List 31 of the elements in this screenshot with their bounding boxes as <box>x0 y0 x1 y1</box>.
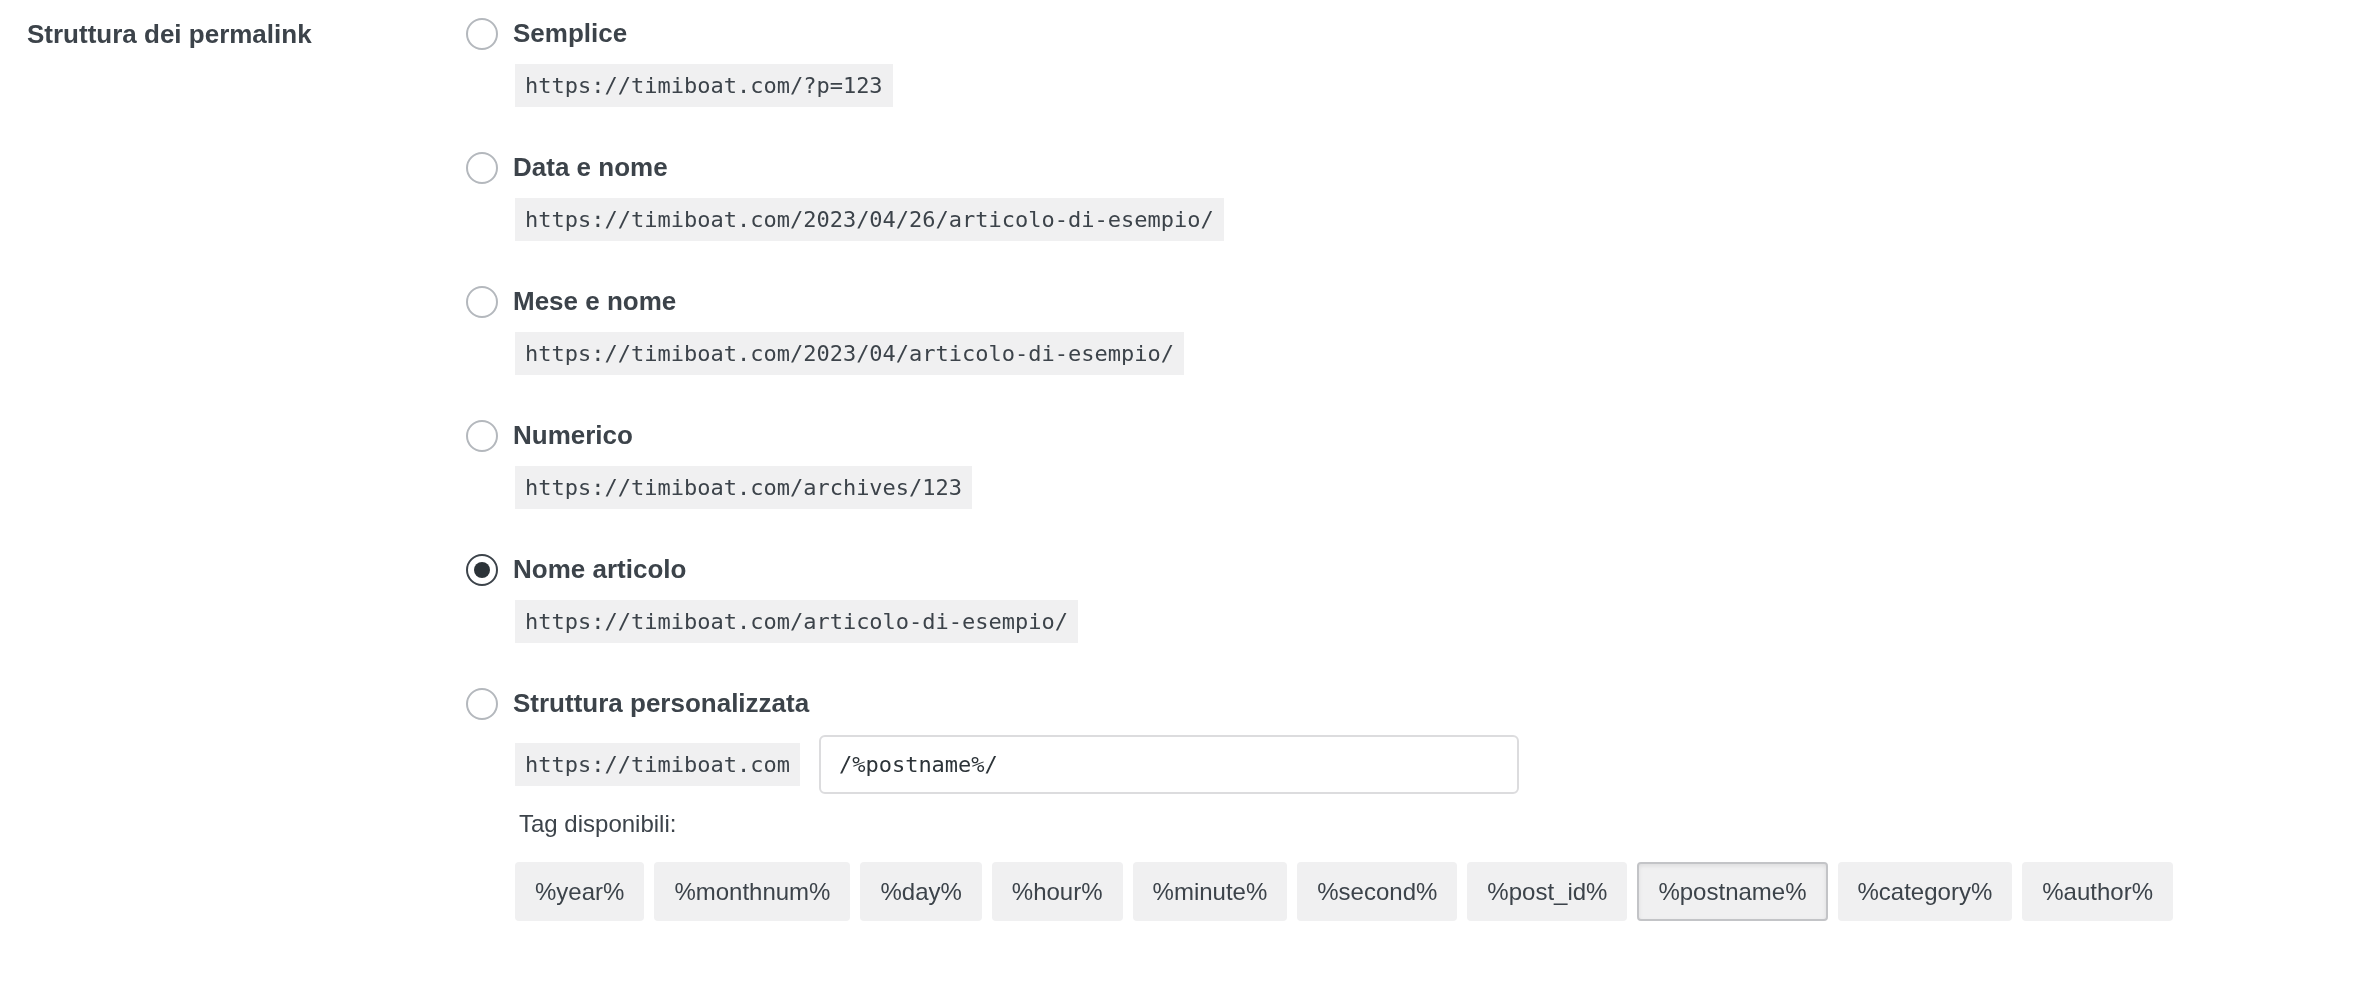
radio-button[interactable] <box>466 151 498 184</box>
tag-button[interactable]: %post_id% <box>1467 862 1628 921</box>
section-label: Struttura dei permalink <box>27 19 312 49</box>
option-label[interactable]: Struttura personalizzata <box>513 684 810 723</box>
url-example: https://timiboat.com/2023/04/articolo-di-esempio/ <box>515 332 1184 375</box>
tag-button[interactable]: %minute% <box>1132 862 1288 921</box>
option-label[interactable]: Data e nome <box>513 148 668 187</box>
tag-button[interactable]: %monthnum% <box>654 862 851 921</box>
option-label[interactable]: Semplice <box>513 14 628 53</box>
tag-button[interactable]: %year% <box>515 862 645 921</box>
url-example: https://timiboat.com/articolo-di-esempio/ <box>515 600 1079 643</box>
option-label[interactable]: Nome articolo <box>513 550 687 589</box>
tags-label: Tag disponibili: <box>519 810 677 837</box>
tag-button[interactable]: %day% <box>860 862 982 921</box>
option-label[interactable]: Mese e nome <box>513 282 677 321</box>
url-example: https://timiboat.com/2023/04/26/articolo-di-esempio/ <box>515 198 1224 241</box>
radio-button[interactable] <box>466 553 498 586</box>
url-example: https://timiboat.com/?p=123 <box>515 64 893 107</box>
tag-button[interactable]: %hour% <box>991 862 1123 921</box>
tag-button[interactable]: %postname% <box>1637 862 1828 921</box>
tag-button[interactable]: %second% <box>1297 862 1458 921</box>
tag-button[interactable]: %author% <box>2022 862 2173 921</box>
custom-structure-field[interactable]: /%postname%/ <box>818 735 1519 794</box>
radio-button[interactable] <box>466 285 498 318</box>
tag-button[interactable]: %category% <box>1837 862 2013 921</box>
url-example: https://timiboat.com/archives/123 <box>515 466 973 509</box>
option-label[interactable]: Numerico <box>513 416 633 455</box>
radio-button[interactable] <box>466 419 498 452</box>
radio-button[interactable] <box>466 687 498 720</box>
radio-button[interactable] <box>466 17 498 50</box>
url-base: https://timiboat.com <box>515 743 800 786</box>
